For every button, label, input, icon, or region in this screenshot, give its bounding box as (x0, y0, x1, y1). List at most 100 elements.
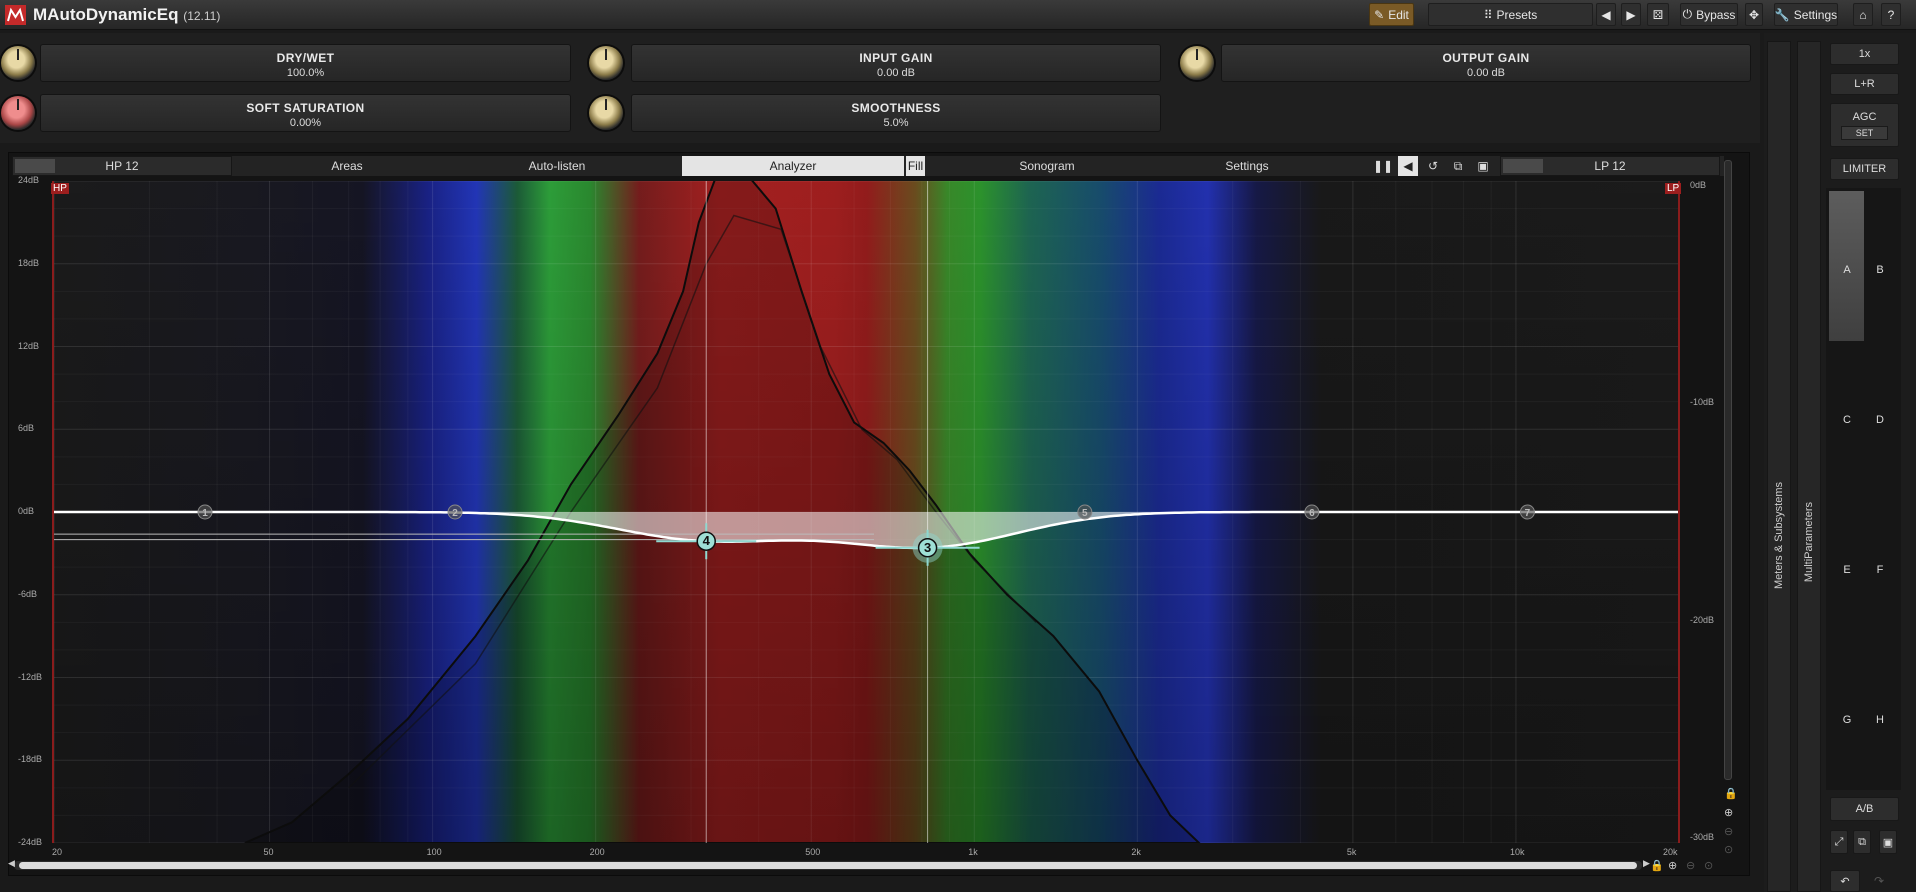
graph-range-scrollbar[interactable] (1724, 160, 1732, 780)
expand-button[interactable]: ⤢ (1830, 830, 1848, 854)
y-axis-label: 0dB (18, 506, 35, 516)
graph-horizontal-scrollbar[interactable] (14, 861, 1642, 870)
x-axis-label: 1k (968, 847, 978, 857)
slot-g[interactable]: G (1834, 714, 1860, 726)
h-zoom-reset-icon[interactable]: ⊙ (1704, 859, 1713, 872)
help-button[interactable]: ? (1881, 3, 1901, 26)
paste-slot-button[interactable]: ▣ (1879, 830, 1897, 854)
hp-filter-tab[interactable]: HP 12 (12, 156, 232, 176)
dry-wet-knob[interactable] (1, 46, 35, 80)
band-number: 7 (1525, 508, 1531, 519)
y-axis-label: 24dB (18, 175, 40, 185)
pencil-icon: ✎ (1374, 7, 1385, 22)
soft-saturation-value: 0.00% (289, 117, 322, 129)
zoom-reset-icon[interactable]: ⊙ (1724, 843, 1733, 856)
analyzer-tab[interactable]: Analyzer (682, 156, 904, 176)
band-number: 4 (703, 533, 711, 548)
sonogram-tab[interactable]: Sonogram (962, 156, 1132, 176)
band-number: 6 (1309, 508, 1315, 519)
input-gain-box[interactable]: INPUT GAIN 0.00 dB (631, 44, 1161, 82)
scroll-left-icon[interactable]: ◀ (8, 858, 15, 869)
h-zoom-in-icon[interactable]: ⊕ (1668, 859, 1677, 872)
multiparameters-label: MultiParameters (1803, 502, 1815, 583)
listen-button[interactable]: ◀ (1398, 156, 1418, 176)
smoothness-box[interactable]: SMOOTHNESS 5.0% (631, 94, 1161, 132)
slot-c[interactable]: C (1834, 414, 1860, 426)
fill-tab[interactable]: Fill (906, 156, 925, 176)
zoom-1x-button[interactable]: 1x (1830, 43, 1899, 65)
arrow-right-icon: ▶ (1626, 7, 1636, 22)
slot-a[interactable]: A (1834, 264, 1860, 276)
band-node-1[interactable]: 1 (197, 504, 213, 520)
copy-slot-button[interactable]: ⧉ (1853, 830, 1871, 854)
copy-button[interactable]: ⧉ (1449, 156, 1467, 176)
areas-tab[interactable]: Areas (262, 156, 432, 176)
multiparameters-panel[interactable]: MultiParameters (1797, 41, 1821, 892)
agc-set-button[interactable]: SET (1840, 125, 1889, 140)
copy-icon: ⧉ (1453, 158, 1463, 173)
output-gain-knob[interactable] (1180, 46, 1214, 80)
layout-button[interactable]: ✥ (1745, 3, 1763, 26)
channel-mode-button[interactable]: L+R (1830, 73, 1899, 95)
band-node-6[interactable]: 6 (1304, 504, 1320, 520)
preset-next-button[interactable]: ▶ (1621, 3, 1641, 26)
wrench-icon: 🔧 (1774, 7, 1790, 22)
h-lock-icon[interactable]: 🔒 (1650, 859, 1664, 872)
presets-button[interactable]: ⠿ Presets (1428, 3, 1593, 26)
slot-f[interactable]: F (1867, 564, 1893, 576)
input-gain-knob[interactable] (589, 46, 623, 80)
paste-button[interactable]: ▣ (1474, 156, 1492, 176)
eq-graph[interactable]: 1 2 4 3 5 6 7 (54, 181, 1679, 843)
slot-e[interactable]: E (1834, 564, 1860, 576)
lp-slider-thumb[interactable] (1503, 159, 1543, 173)
scrollbar-thumb[interactable] (19, 862, 1637, 869)
bypass-button[interactable]: ⏻ Bypass (1680, 3, 1738, 26)
home-button[interactable]: ⌂ (1853, 3, 1873, 26)
ab-button[interactable]: A/B (1830, 797, 1899, 821)
home-icon: ⌂ (1859, 7, 1867, 22)
band-node-5[interactable]: 5 (1077, 504, 1093, 520)
eq-tab-bar: HP 12 Areas Auto-listen Analyzer Fill So… (12, 156, 1724, 176)
settings-button[interactable]: 🔧 Settings (1774, 3, 1838, 26)
hp-flag[interactable]: HP (51, 183, 69, 194)
band-node-2[interactable]: 2 (447, 504, 463, 520)
lp-flag[interactable]: LP (1665, 183, 1682, 194)
zoom-out-icon[interactable]: ⊖ (1724, 825, 1733, 838)
scroll-right-icon[interactable]: ▶ (1643, 858, 1650, 869)
limiter-button[interactable]: LIMITER (1830, 158, 1899, 180)
reset-button[interactable]: ↺ (1424, 156, 1442, 176)
autolisten-tab[interactable]: Auto-listen (472, 156, 642, 176)
band-node-7[interactable]: 7 (1519, 504, 1535, 520)
slot-d[interactable]: D (1867, 414, 1893, 426)
slot-b[interactable]: B (1867, 264, 1893, 276)
band-number: 3 (924, 540, 931, 555)
redo-icon[interactable]: ↷ (1874, 874, 1884, 888)
settings-tab[interactable]: Settings (1162, 156, 1332, 176)
app-title: MAutoDynamicEq (12.11) (33, 5, 221, 24)
agc-button[interactable]: AGC (1853, 111, 1877, 123)
meters-subsystems-panel[interactable]: Meters & Subsystems (1767, 41, 1791, 892)
slot-h[interactable]: H (1867, 714, 1893, 726)
dry-wet-label: DRY/WET (276, 51, 335, 65)
undo-button[interactable]: ↶ (1830, 870, 1860, 892)
hp-slider-thumb[interactable] (15, 159, 55, 173)
smoothness-knob[interactable] (589, 96, 623, 130)
output-gain-box[interactable]: OUTPUT GAIN 0.00 dB (1221, 44, 1751, 82)
preset-prev-button[interactable]: ◀ (1596, 3, 1616, 26)
layout-icon: ✥ (1748, 7, 1760, 22)
h-zoom-out-icon[interactable]: ⊖ (1686, 859, 1695, 872)
lp-filter-tab[interactable]: LP 12 (1500, 156, 1720, 176)
dry-wet-box[interactable]: DRY/WET 100.0% (40, 44, 571, 82)
x-axis-label: 200 (589, 847, 605, 857)
pause-button[interactable]: ❚❚ (1373, 156, 1393, 176)
lock-icon[interactable]: 🔒 (1724, 787, 1738, 800)
random-preset-button[interactable]: ⚄ (1647, 3, 1669, 26)
title-bar: MAutoDynamicEq (12.11) ✎ Edit ⠿ Presets ◀ … (0, 0, 1916, 30)
soft-saturation-box[interactable]: SOFT SATURATION 0.00% (40, 94, 571, 132)
zoom-in-icon[interactable]: ⊕ (1724, 806, 1733, 819)
band-number: 1 (202, 508, 208, 519)
y-axis-label: -12dB (18, 671, 43, 682)
edit-button[interactable]: ✎ Edit (1369, 3, 1414, 26)
soft-saturation-knob[interactable] (1, 96, 35, 130)
analyzer-db-label: -10dB (1690, 397, 1715, 408)
